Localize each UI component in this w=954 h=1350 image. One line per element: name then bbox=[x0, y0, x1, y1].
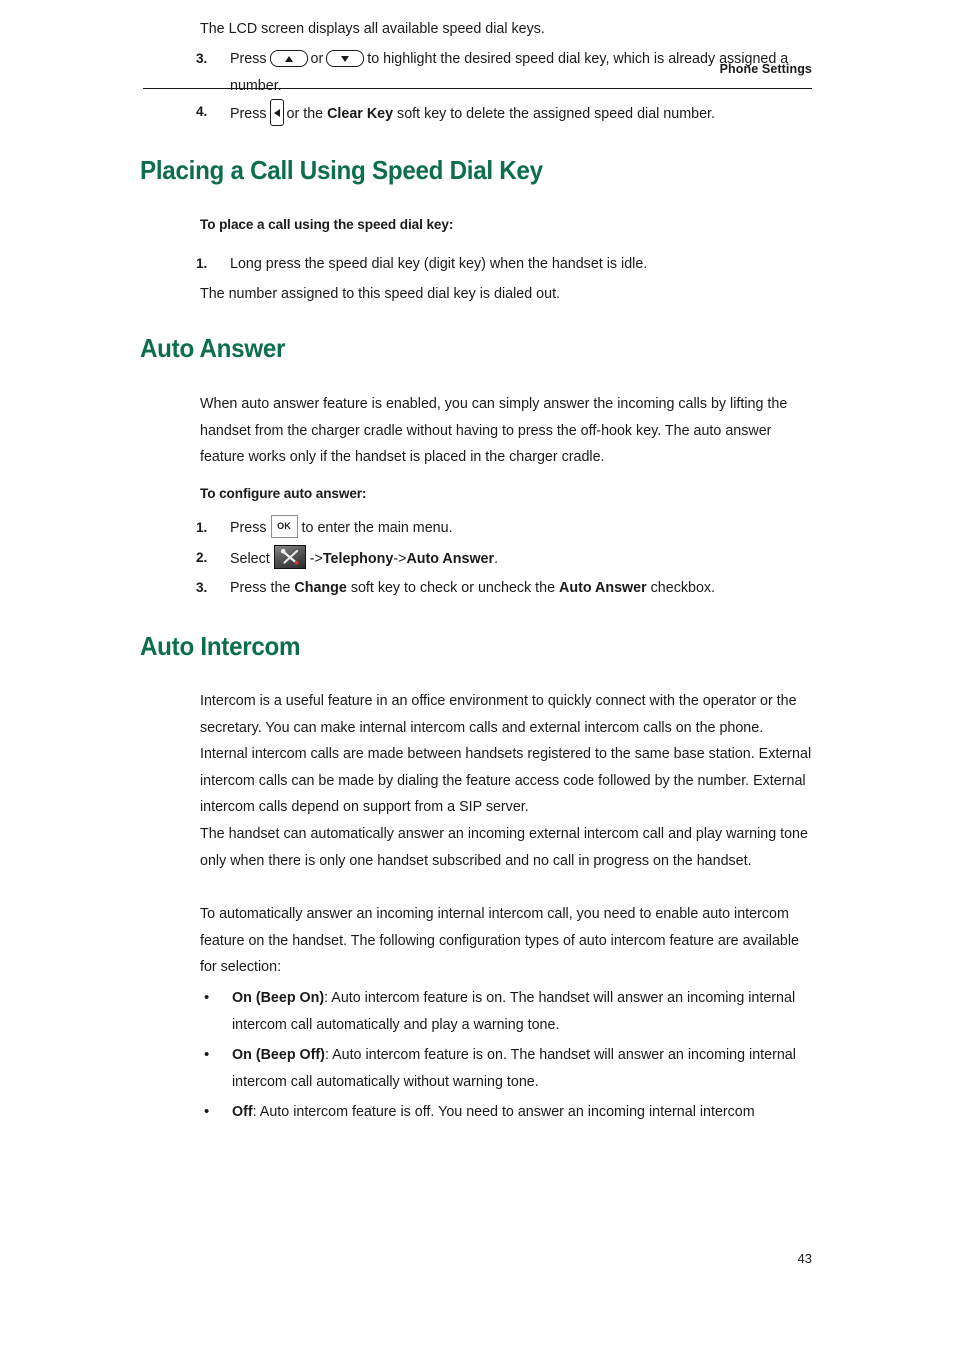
step-path-arrow-2: -> bbox=[393, 551, 407, 567]
settings-tools-icon bbox=[273, 545, 306, 569]
list-item-auto-answer-step-3: 3. Press the Change soft key to check or… bbox=[196, 575, 812, 602]
ok-key-label: OK bbox=[277, 521, 291, 532]
step-number: 3. bbox=[196, 580, 208, 595]
step-number: 1. bbox=[196, 256, 208, 271]
bullet-body: Off: Auto intercom feature is off. You n… bbox=[232, 1099, 812, 1126]
step-body: Press or the Clear Key soft key to delete… bbox=[230, 99, 812, 128]
bullet-description: : Auto intercom feature is off. You need… bbox=[252, 1104, 755, 1120]
auto-answer-paragraph: When auto answer feature is enabled, you… bbox=[200, 396, 788, 466]
step-text-before: Select bbox=[230, 551, 270, 567]
auto-intercom-paragraph-2: The handset can automatically answer an … bbox=[200, 826, 808, 869]
step-path-arrow-1: -> bbox=[309, 551, 323, 567]
step-text-after: soft key to delete the assigned speed di… bbox=[397, 106, 715, 122]
list-item-bullet-beep-on: • On (Beep On): Auto intercom feature is… bbox=[196, 985, 812, 1038]
bullet-term: On (Beep On) bbox=[232, 990, 325, 1006]
step-path-auto-answer: Auto Answer bbox=[406, 551, 495, 567]
step-text-mid: or the bbox=[286, 106, 324, 122]
subheading-to-place-a-call: To place a call using the speed dial key… bbox=[200, 217, 454, 232]
bullet-icon: • bbox=[204, 1103, 210, 1120]
change-softkey-label: Change bbox=[294, 580, 347, 596]
list-item-placing-step-1: 1. Long press the speed dial key (digit … bbox=[196, 251, 812, 278]
list-item-bullet-beep-off: • On (Beep Off): Auto intercom feature i… bbox=[196, 1042, 812, 1095]
step-body: Long press the speed dial key (digit key… bbox=[230, 256, 648, 272]
ok-key-icon: OK bbox=[270, 515, 298, 538]
step-number: 1. bbox=[196, 520, 208, 535]
bullet-icon: • bbox=[204, 1046, 210, 1063]
bullet-term: On (Beep Off) bbox=[232, 1047, 325, 1063]
subheading-to-configure-auto-answer: To configure auto answer: bbox=[200, 486, 367, 501]
step-number: 2. bbox=[196, 550, 208, 565]
step-text-or: or bbox=[310, 51, 324, 67]
page-number: 43 bbox=[797, 1251, 812, 1266]
step-text-after: to enter the main menu. bbox=[301, 520, 453, 536]
bullet-term: Off bbox=[232, 1104, 253, 1120]
bullet-body: On (Beep Off): Auto intercom feature is … bbox=[232, 1042, 812, 1095]
bullet-icon: • bbox=[204, 989, 210, 1006]
step-body: Press the Change soft key to check or un… bbox=[230, 575, 812, 602]
list-item-auto-answer-step-2: 2. Select ->Telephony->Auto Answer. bbox=[196, 545, 812, 573]
step-text-after: checkbox. bbox=[650, 580, 716, 596]
list-item-step-3: 3. Press or to highlight the desired speed… bbox=[196, 46, 812, 99]
step-text-before: Press bbox=[230, 106, 267, 122]
step-text-mid: soft key to check or uncheck the bbox=[350, 580, 556, 596]
list-item-auto-answer-step-1: 1. Press OK to enter the main menu. bbox=[196, 515, 812, 542]
step-body: Select ->Telephony->Auto Answer. bbox=[230, 545, 812, 573]
step-text-after: . bbox=[494, 551, 499, 567]
step-body: Press OK to enter the main menu. bbox=[230, 515, 812, 542]
nav-up-key-icon bbox=[269, 50, 308, 67]
step-number: 4. bbox=[196, 104, 208, 119]
list-item-step-4: 4. Press or the Clear Key soft key to del… bbox=[196, 99, 812, 128]
section-heading-auto-intercom: Auto Intercom bbox=[140, 631, 301, 661]
list-item-bullet-off: • Off: Auto intercom feature is off. You… bbox=[196, 1099, 812, 1126]
clear-key-icon bbox=[269, 99, 284, 126]
lcd-note-paragraph: The LCD screen displays all available sp… bbox=[200, 21, 545, 37]
nav-down-key-icon bbox=[326, 50, 365, 67]
clear-key-label: Clear Key bbox=[327, 106, 394, 122]
auto-intercom-paragraph-1: Intercom is a useful feature in an offic… bbox=[200, 693, 812, 816]
section-heading-placing-a-call: Placing a Call Using Speed Dial Key bbox=[140, 155, 543, 185]
auto-intercom-paragraph-3: To automatically answer an incoming inte… bbox=[200, 906, 799, 976]
step-text-before: Press bbox=[230, 520, 267, 536]
placing-result-paragraph: The number assigned to this speed dial k… bbox=[200, 286, 561, 302]
step-path-telephony: Telephony bbox=[322, 551, 394, 567]
step-text-before: Press the bbox=[230, 580, 291, 596]
bullet-body: On (Beep On): Auto intercom feature is o… bbox=[232, 985, 812, 1038]
document-page: Phone Settings The LCD screen displays a… bbox=[0, 0, 954, 1350]
step-body: Press or to highlight the desired speed di… bbox=[230, 46, 812, 99]
step-number: 3. bbox=[196, 51, 208, 66]
step-text-before: Press bbox=[230, 51, 267, 67]
section-heading-auto-answer: Auto Answer bbox=[140, 333, 286, 363]
auto-answer-checkbox-label: Auto Answer bbox=[559, 580, 647, 596]
